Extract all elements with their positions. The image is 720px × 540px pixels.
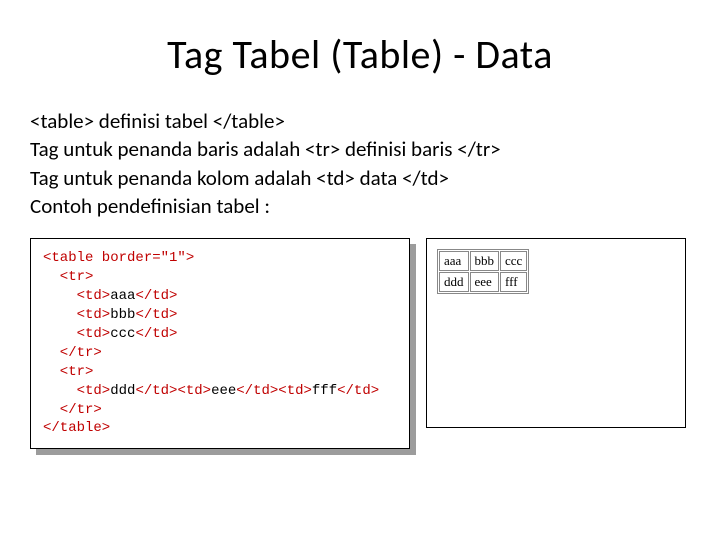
- cell: aaa: [439, 251, 469, 271]
- cell: fff: [500, 272, 527, 292]
- slide-title: Tag Tabel (Table) - Data: [30, 30, 690, 79]
- code-line: </table>: [43, 420, 110, 436]
- code-line: <table border="1">: [43, 250, 194, 266]
- cell: eee: [470, 272, 500, 292]
- code-line: </tr>: [43, 402, 102, 418]
- desc-line-4: Contoh pendefinisian tabel :: [30, 192, 690, 220]
- rendered-table: aaa bbb ccc ddd eee fff: [437, 249, 529, 294]
- code-text: fff: [312, 383, 337, 399]
- code-line: </td>: [135, 288, 177, 304]
- description: <table> definisi tabel </table> Tag untu…: [30, 107, 690, 220]
- desc-line-2: Tag untuk penanda baris adalah <tr> defi…: [30, 135, 690, 163]
- code-line: <td>: [43, 383, 110, 399]
- code-text: ddd: [110, 383, 135, 399]
- code-text: eee: [211, 383, 236, 399]
- desc-line-1: <table> definisi tabel </table>: [30, 107, 690, 135]
- table-row: aaa bbb ccc: [439, 251, 527, 271]
- code-line: <td>: [43, 288, 110, 304]
- code-line: </td>: [337, 383, 379, 399]
- table-row: ddd eee fff: [439, 272, 527, 292]
- desc-line-3: Tag untuk penanda kolom adalah <td> data…: [30, 164, 690, 192]
- code-text: bbb: [110, 307, 135, 323]
- cell: ddd: [439, 272, 469, 292]
- code-line: <td>: [43, 307, 110, 323]
- rendered-output-box: aaa bbb ccc ddd eee fff: [426, 238, 686, 428]
- code-line: </td>: [135, 326, 177, 342]
- code-text: ccc: [110, 326, 135, 342]
- code-line: </td><td>: [236, 383, 312, 399]
- code-line: </td>: [135, 307, 177, 323]
- code-line: </tr>: [43, 345, 102, 361]
- cell: ccc: [500, 251, 527, 271]
- code-example-box: <table border="1"> <tr> <td>aaa</td> <td…: [30, 238, 410, 449]
- code-line: <tr>: [43, 269, 93, 285]
- code-line: <td>: [43, 326, 110, 342]
- code-line: <tr>: [43, 364, 93, 380]
- cell: bbb: [470, 251, 500, 271]
- code-example: <table border="1"> <tr> <td>aaa</td> <td…: [30, 238, 410, 449]
- code-text: aaa: [110, 288, 135, 304]
- code-line: </td><td>: [135, 383, 211, 399]
